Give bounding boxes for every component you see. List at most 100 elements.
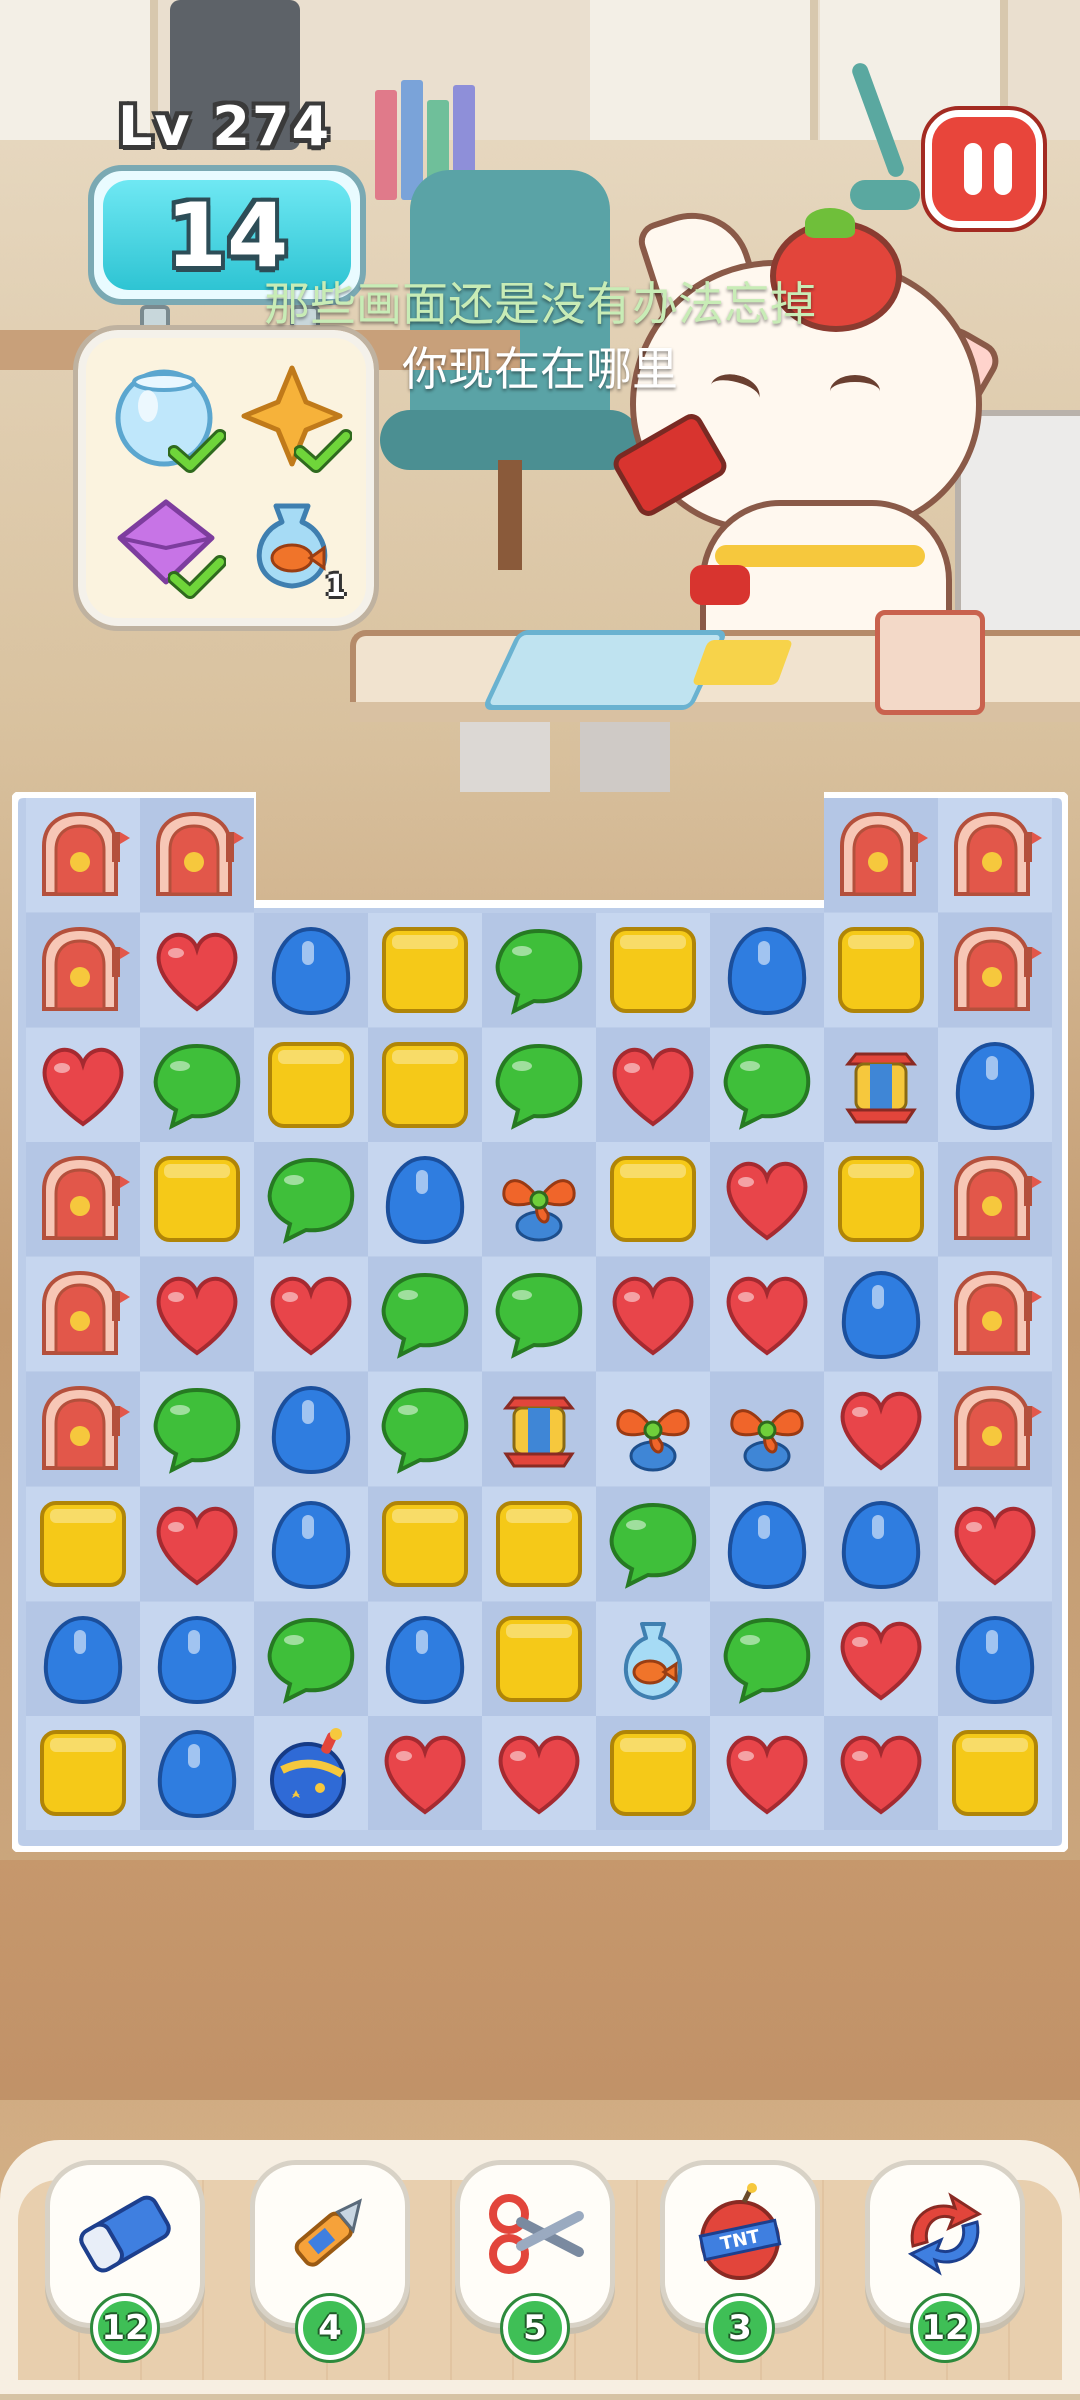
blue-piece[interactable] [946, 1610, 1044, 1708]
board-cell[interactable] [938, 1601, 1052, 1716]
board-cell[interactable] [710, 1716, 824, 1831]
pause-button[interactable] [921, 106, 1047, 232]
board-cell[interactable] [26, 1027, 140, 1142]
board-cell[interactable] [368, 1142, 482, 1257]
board-cell[interactable] [824, 912, 938, 1027]
board-cell[interactable] [824, 1716, 938, 1831]
heart-piece[interactable] [832, 1610, 930, 1708]
blue-piece[interactable] [832, 1495, 930, 1593]
board-cell[interactable] [26, 1716, 140, 1831]
board-cell[interactable] [824, 1372, 938, 1486]
heart-piece[interactable] [604, 1265, 702, 1363]
mailbox-piece[interactable] [34, 1265, 132, 1363]
heart-piece[interactable] [718, 1724, 816, 1822]
yellow-piece[interactable] [376, 1495, 474, 1593]
mailbox-piece[interactable] [34, 921, 132, 1019]
blue-piece[interactable] [34, 1610, 132, 1708]
board-cell[interactable] [710, 1257, 824, 1372]
green-piece[interactable] [376, 1380, 474, 1478]
board-cell[interactable] [26, 1372, 140, 1486]
board-cell[interactable] [26, 798, 140, 912]
blue-piece[interactable] [376, 1610, 474, 1708]
board-cell[interactable] [368, 1372, 482, 1486]
board-cell[interactable] [710, 1372, 824, 1486]
board-cell[interactable] [26, 1142, 140, 1257]
board-cell[interactable] [596, 1142, 710, 1257]
board-cell[interactable] [254, 1716, 368, 1831]
board-cell[interactable] [824, 798, 938, 912]
yellow-piece[interactable] [490, 1495, 588, 1593]
eraser-booster-button[interactable]: 12 [45, 2160, 205, 2363]
heart-piece[interactable] [832, 1380, 930, 1478]
heart-piece[interactable] [148, 921, 246, 1019]
green-piece[interactable] [718, 1036, 816, 1134]
yellow-piece[interactable] [604, 1724, 702, 1822]
green-piece[interactable] [148, 1380, 246, 1478]
bomb-piece[interactable] [262, 1724, 360, 1822]
board-cell[interactable] [824, 1486, 938, 1601]
green-piece[interactable] [718, 1610, 816, 1708]
yellow-piece[interactable] [832, 921, 930, 1019]
cutter-booster-button[interactable]: 4 [250, 2160, 410, 2363]
heart-piece[interactable] [148, 1495, 246, 1593]
mailbox-piece[interactable] [946, 1380, 1044, 1478]
board-cell[interactable] [596, 1716, 710, 1831]
green-piece[interactable] [262, 1610, 360, 1708]
blue-piece[interactable] [376, 1150, 474, 1248]
mailbox-piece[interactable] [946, 921, 1044, 1019]
yellow-piece[interactable] [34, 1495, 132, 1593]
board-cell[interactable] [938, 1027, 1052, 1142]
board-cell[interactable] [596, 1601, 710, 1716]
heart-piece[interactable] [490, 1724, 588, 1822]
board-cell[interactable] [140, 1257, 254, 1372]
heart-piece[interactable] [148, 1265, 246, 1363]
board-cell[interactable] [482, 1486, 596, 1601]
board-cell[interactable] [596, 912, 710, 1027]
yellow-piece[interactable] [490, 1610, 588, 1708]
board-cell[interactable] [254, 1601, 368, 1716]
mailbox-piece[interactable] [946, 1150, 1044, 1248]
board-cell[interactable] [368, 1486, 482, 1601]
board-cell[interactable] [824, 1257, 938, 1372]
lantern-piece[interactable] [832, 1036, 930, 1134]
board-cell[interactable] [254, 1142, 368, 1257]
board-cell[interactable] [368, 1716, 482, 1831]
board-cell[interactable] [26, 1601, 140, 1716]
lantern-piece[interactable] [490, 1380, 588, 1478]
yellow-piece[interactable] [376, 1036, 474, 1134]
green-piece[interactable] [262, 1150, 360, 1248]
board-cell[interactable] [482, 1716, 596, 1831]
mailbox-piece[interactable] [148, 806, 246, 904]
blue-piece[interactable] [148, 1724, 246, 1822]
blue-piece[interactable] [718, 921, 816, 1019]
board-cell[interactable] [482, 1372, 596, 1486]
board-cell[interactable] [26, 1486, 140, 1601]
board-cell[interactable] [596, 1257, 710, 1372]
board-cell[interactable] [26, 912, 140, 1027]
blue-piece[interactable] [262, 1380, 360, 1478]
yellow-piece[interactable] [946, 1724, 1044, 1822]
mailbox-piece[interactable] [34, 1380, 132, 1478]
board-cell[interactable] [368, 1257, 482, 1372]
green-piece[interactable] [490, 1036, 588, 1134]
board-cell[interactable] [254, 1486, 368, 1601]
board-cell[interactable] [938, 1257, 1052, 1372]
board-cell[interactable] [140, 912, 254, 1027]
board-cell[interactable] [482, 1257, 596, 1372]
board-cell[interactable] [368, 912, 482, 1027]
board-cell[interactable] [710, 1601, 824, 1716]
board-cell[interactable] [710, 1027, 824, 1142]
board-cell[interactable] [710, 1486, 824, 1601]
mailbox-piece[interactable] [34, 806, 132, 904]
board-cell[interactable] [368, 1027, 482, 1142]
board-cell[interactable] [482, 1142, 596, 1257]
board-cell[interactable] [938, 912, 1052, 1027]
board-cell[interactable] [938, 1716, 1052, 1831]
blue-piece[interactable] [262, 921, 360, 1019]
mailbox-piece[interactable] [832, 806, 930, 904]
mailbox-piece[interactable] [946, 1265, 1044, 1363]
board-cell[interactable] [254, 1372, 368, 1486]
green-piece[interactable] [148, 1036, 246, 1134]
goldfish-piece[interactable] [604, 1610, 702, 1708]
green-piece[interactable] [604, 1495, 702, 1593]
